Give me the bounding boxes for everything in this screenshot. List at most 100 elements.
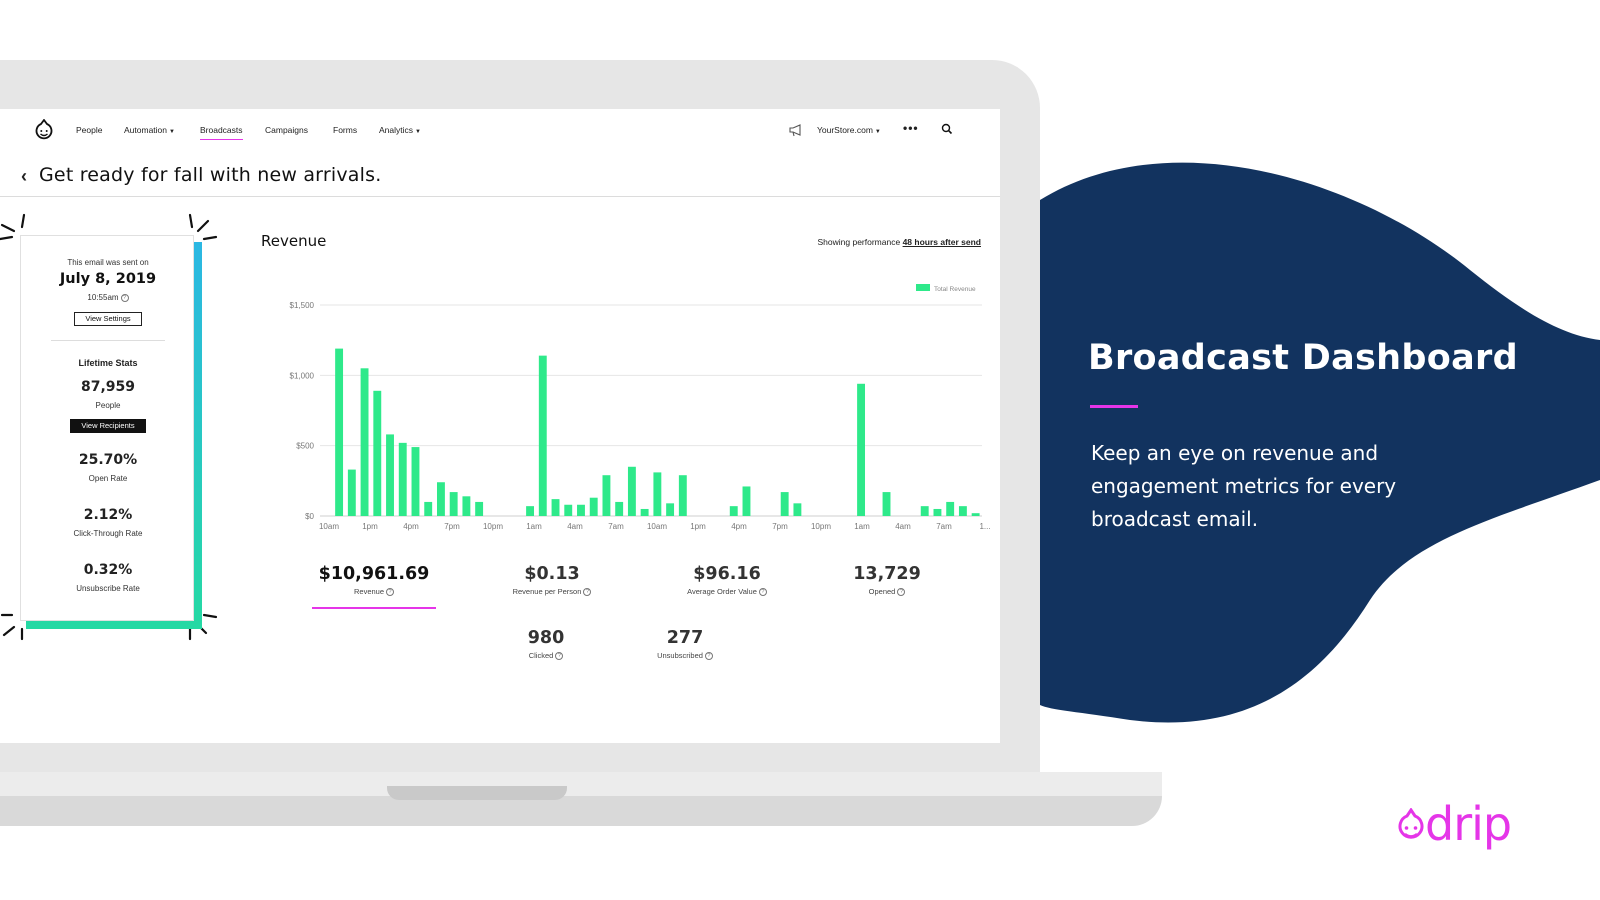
- revenue-bar: [857, 383, 866, 516]
- drip-wordmark: drip: [1425, 797, 1512, 851]
- revenue-bar: [793, 503, 802, 516]
- revenue-per-person-label-text: Revenue per Person: [512, 587, 582, 596]
- x-tick-label: 7pm: [444, 522, 460, 531]
- x-tick-label: 1pm: [362, 522, 378, 531]
- revenue-bar: [551, 499, 560, 516]
- x-tick-label: 7pm: [772, 522, 788, 531]
- revenue-bar: [462, 496, 471, 516]
- people-label: People: [95, 401, 121, 410]
- promo-slide: Broadcast Dashboard Keep an eye on reven…: [0, 0, 1600, 900]
- x-tick-label: 4am: [567, 522, 583, 531]
- view-recipients-button[interactable]: View Recipients: [70, 419, 146, 433]
- nav-item-automation[interactable]: Automation ▼: [124, 125, 175, 135]
- nav-label: Broadcasts: [200, 125, 243, 135]
- store-switcher[interactable]: YourStore.com ▼: [817, 125, 881, 135]
- revenue-bar: [564, 504, 573, 516]
- revenue-bar-chart: $0 $500 $1,000 $1,500 10am 1pm 4pm 7pm 10pm 1am 4a…: [290, 284, 990, 531]
- x-tick-label: 7am: [936, 522, 952, 531]
- promo-description: Keep an eye on revenue and engagement me…: [1091, 441, 1397, 531]
- help-icon[interactable]: ?: [758, 588, 767, 596]
- revenue-bar: [577, 504, 585, 516]
- revenue-bar: [411, 447, 420, 516]
- help-icon[interactable]: ?: [704, 652, 713, 660]
- y-tick-label: $500: [296, 442, 314, 451]
- help-icon[interactable]: ?: [897, 588, 906, 596]
- sent-on-label: This email was sent on: [67, 258, 149, 267]
- revenue-bar: [373, 390, 382, 516]
- opened-value: 13,729: [853, 564, 921, 584]
- legend-label: Total Revenue: [934, 286, 976, 293]
- revenue-value: $10,961.69: [318, 564, 430, 584]
- unsubscribe-rate-label: Unsubscribe Rate: [76, 584, 140, 593]
- metric-average-order-value[interactable]: $96.16 Average Order Value?: [642, 564, 812, 596]
- laptop-bottom-edge: [0, 796, 1162, 826]
- search-icon[interactable]: [941, 123, 953, 135]
- revenue-bar: [627, 466, 636, 516]
- title-divider: [0, 196, 1000, 197]
- drip-logo-icon[interactable]: [35, 119, 53, 141]
- chevron-down-icon: ▼: [169, 129, 175, 135]
- unsubscribe-rate-value: 0.32%: [83, 562, 133, 578]
- performance-window-link[interactable]: 48 hours after send: [903, 237, 981, 247]
- revenue-bar: [678, 475, 687, 516]
- x-tick-label: 10am: [647, 522, 667, 531]
- revenue-bar: [666, 503, 675, 516]
- revenue-bar: [335, 348, 344, 516]
- store-name: YourStore.com: [817, 125, 873, 135]
- view-settings-button[interactable]: View Settings: [74, 312, 142, 326]
- performance-note: Showing performance 48 hours after send: [818, 237, 981, 247]
- lifetime-stats-card: This email was sent on July 8, 2019 10:5…: [20, 235, 194, 621]
- megaphone-icon[interactable]: [788, 123, 804, 137]
- nav-item-analytics[interactable]: Analytics ▼: [379, 125, 421, 135]
- nav-item-broadcasts[interactable]: Broadcasts: [200, 125, 243, 140]
- click-through-rate-label: Click-Through Rate: [73, 529, 143, 538]
- promo-title: Broadcast Dashboard: [1088, 338, 1518, 378]
- help-icon[interactable]: ?: [386, 588, 395, 596]
- open-rate-value: 25.70%: [78, 452, 138, 468]
- revenue-bar: [615, 501, 624, 516]
- revenue-heading: Revenue: [261, 232, 327, 250]
- laptop-notch: [387, 786, 567, 800]
- x-tick-label: 4pm: [403, 522, 419, 531]
- chevron-down-icon: ▼: [415, 129, 421, 135]
- revenue-bar: [347, 469, 356, 516]
- help-icon[interactable]: ?: [583, 588, 592, 596]
- metric-revenue[interactable]: $10,961.69 Revenue?: [289, 564, 459, 596]
- x-tick-label: 1...: [979, 522, 990, 531]
- performance-note-text: Showing performance: [817, 237, 901, 247]
- x-tick-label: 1am: [854, 522, 870, 531]
- unsubscribed-label: Unsubscribed?: [600, 651, 770, 660]
- revenue-bar: [653, 472, 662, 516]
- average-order-value: $96.16: [693, 564, 761, 584]
- revenue-bar: [589, 497, 598, 516]
- revenue-per-person-value: $0.13: [524, 564, 580, 584]
- nav-item-forms[interactable]: Forms: [333, 125, 357, 135]
- more-dots-icon[interactable]: •••: [903, 121, 919, 135]
- revenue-bar: [882, 492, 891, 516]
- revenue-bar: [449, 492, 458, 516]
- nav-item-campaigns[interactable]: Campaigns: [265, 125, 308, 135]
- back-chevron-icon[interactable]: ‹: [21, 166, 27, 187]
- revenue-bar: [602, 475, 611, 516]
- legend-swatch: [916, 284, 930, 291]
- laptop-screen: People Automation ▼ Broadcasts Campaigns …: [0, 109, 1000, 743]
- metric-opened[interactable]: 13,729 Opened?: [802, 564, 972, 596]
- revenue-bar: [436, 482, 445, 516]
- revenue-label-text: Revenue: [353, 587, 385, 596]
- sent-date: July 8, 2019: [59, 271, 157, 287]
- y-tick-label: $0: [305, 512, 314, 521]
- y-tick-label: $1,000: [290, 371, 315, 380]
- help-icon[interactable]: ?: [120, 294, 129, 302]
- help-icon[interactable]: ?: [555, 652, 564, 660]
- metric-unsubscribed[interactable]: 277 Unsubscribed?: [600, 628, 770, 660]
- revenue-bar: [946, 501, 955, 516]
- metric-revenue-per-person[interactable]: $0.13 Revenue per Person?: [467, 564, 637, 596]
- laptop-base: [0, 772, 1162, 796]
- revenue-bar: [780, 492, 789, 516]
- revenue-bar: [475, 501, 484, 516]
- nav-item-people[interactable]: People: [76, 125, 102, 135]
- revenue-per-person-label: Revenue per Person?: [467, 587, 637, 596]
- y-tick-label: $1,500: [290, 301, 315, 310]
- x-tick-label: 10pm: [811, 522, 831, 531]
- revenue-bar: [640, 508, 649, 516]
